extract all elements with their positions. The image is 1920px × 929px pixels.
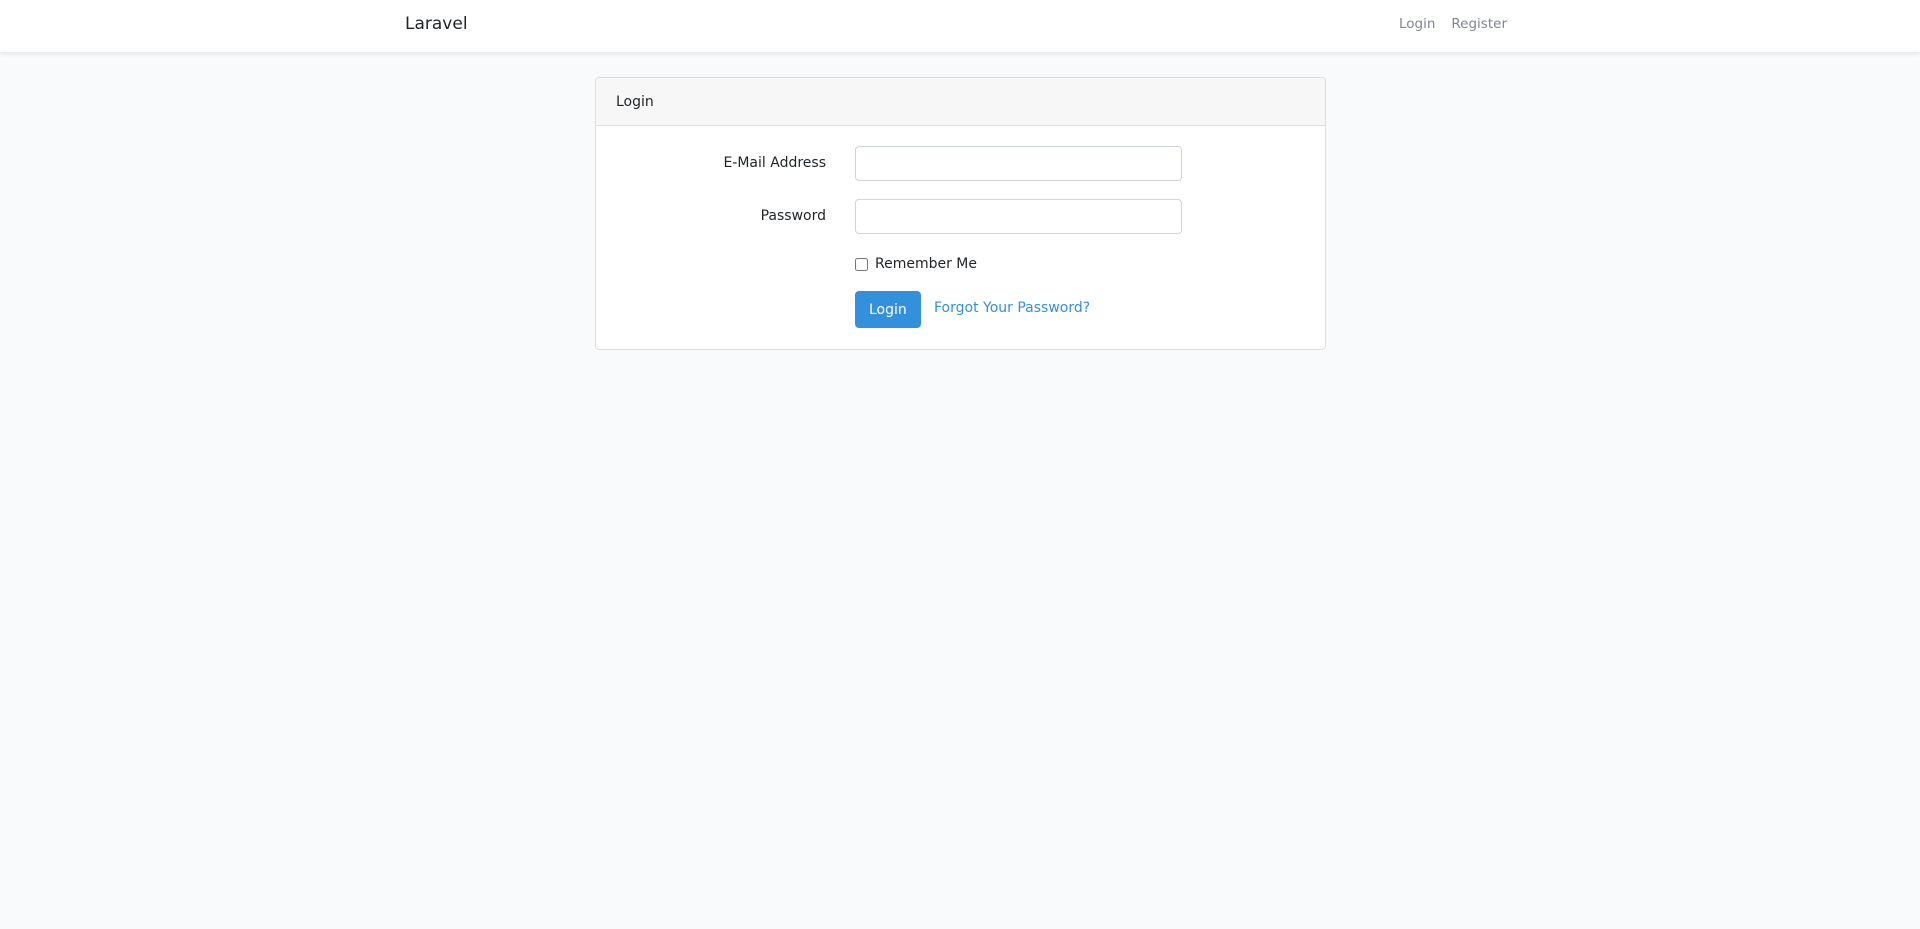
remember-me-row: Remember Me [855, 256, 977, 272]
remember-me-checkbox[interactable] [855, 257, 868, 271]
nav-login-link[interactable]: Login [1399, 16, 1435, 32]
login-button[interactable]: Login [855, 291, 921, 328]
nav-links: Login Register [1399, 16, 1507, 32]
remember-me-label[interactable]: Remember Me [875, 256, 977, 272]
card-header: Login [596, 78, 1325, 126]
email-label: E-Mail Address [723, 155, 826, 171]
email-field[interactable] [855, 146, 1182, 181]
forgot-password-link[interactable]: Forgot Your Password? [934, 300, 1090, 316]
top-navbar: Laravel Login Register [0, 0, 1920, 53]
password-label: Password [760, 208, 826, 224]
nav-register-link[interactable]: Register [1451, 16, 1507, 32]
password-field[interactable] [855, 199, 1182, 234]
brand-link[interactable]: Laravel [405, 14, 468, 34]
login-card: Login E-Mail Address Password Remember M… [595, 77, 1326, 350]
